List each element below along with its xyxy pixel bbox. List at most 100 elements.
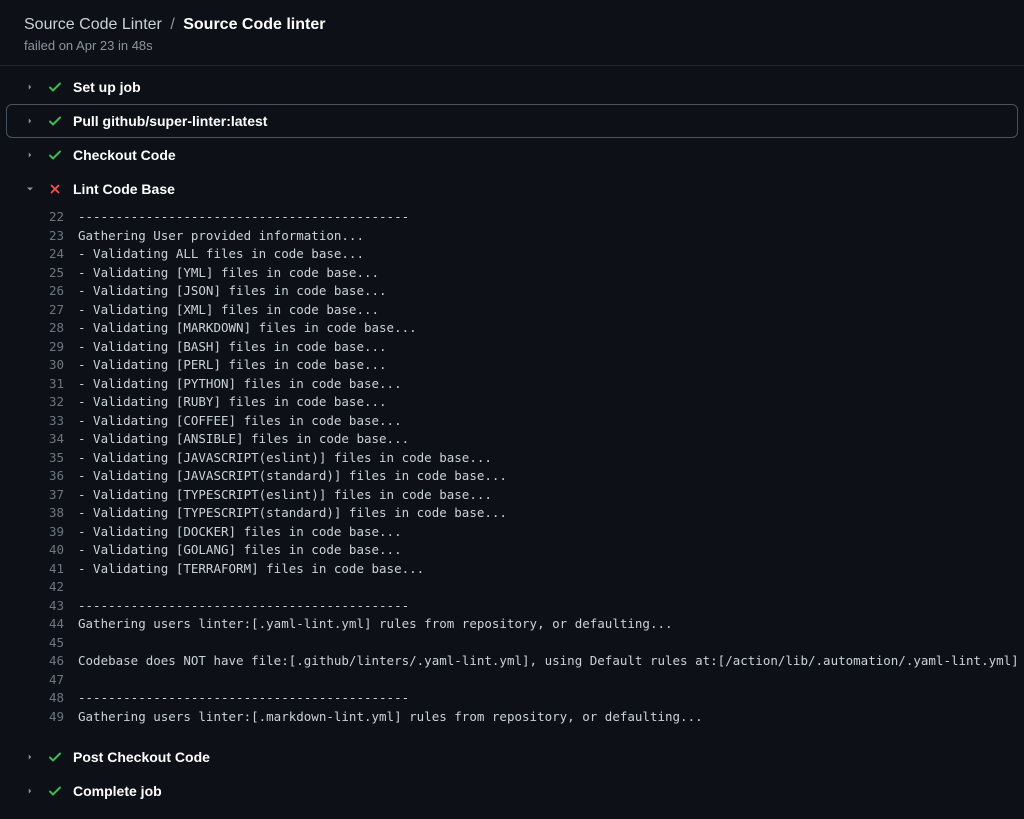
chevron-right-icon[interactable] xyxy=(23,80,37,94)
log-line-text: - Validating [RUBY] files in code base..… xyxy=(78,393,387,412)
log-line-text: - Validating ALL files in code base... xyxy=(78,245,364,264)
step-row[interactable]: Lint Code Base xyxy=(6,172,1018,206)
log-line-text: Codebase does NOT have file:[.github/lin… xyxy=(78,652,1019,671)
log-line: 25- Validating [YML] files in code base.… xyxy=(0,264,1024,283)
log-line-text: - Validating [COFFEE] files in code base… xyxy=(78,412,402,431)
step-row[interactable]: Pull github/super-linter:latest xyxy=(6,104,1018,138)
log-line-text: ----------------------------------------… xyxy=(78,597,409,616)
log-line-text: - Validating [ANSIBLE] files in code bas… xyxy=(78,430,409,449)
log-line-text: ----------------------------------------… xyxy=(78,208,409,227)
log-line-text: - Validating [TERRAFORM] files in code b… xyxy=(78,560,424,579)
log-line-text: - Validating [TYPESCRIPT(eslint)] files … xyxy=(78,486,492,505)
log-line-text: Gathering User provided information... xyxy=(78,227,364,246)
log-line: 42 xyxy=(0,578,1024,597)
log-line-number: 38 xyxy=(48,504,78,523)
log-line-text: - Validating [BASH] files in code base..… xyxy=(78,338,387,357)
log-line: 23Gathering User provided information... xyxy=(0,227,1024,246)
breadcrumb: Source Code Linter / Source Code linter xyxy=(24,16,1000,34)
log-line: 33- Validating [COFFEE] files in code ba… xyxy=(0,412,1024,431)
log-line-number: 41 xyxy=(48,560,78,579)
log-line: 40- Validating [GOLANG] files in code ba… xyxy=(0,541,1024,560)
log-line: 29- Validating [BASH] files in code base… xyxy=(0,338,1024,357)
log-line-text: - Validating [GOLANG] files in code base… xyxy=(78,541,402,560)
log-line-number: 37 xyxy=(48,486,78,505)
log-line-text: - Validating [DOCKER] files in code base… xyxy=(78,523,402,542)
log-line-number: 49 xyxy=(48,708,78,727)
log-line: 22--------------------------------------… xyxy=(0,208,1024,227)
log-line-number: 27 xyxy=(48,301,78,320)
steps-list: Set up job Pull github/super-linter:lates… xyxy=(0,66,1024,808)
log-line: 27- Validating [XML] files in code base.… xyxy=(0,301,1024,320)
log-line: 44Gathering users linter:[.yaml-lint.yml… xyxy=(0,615,1024,634)
log-line: 34- Validating [ANSIBLE] files in code b… xyxy=(0,430,1024,449)
chevron-right-icon[interactable] xyxy=(23,750,37,764)
log-line: 38- Validating [TYPESCRIPT(standard)] fi… xyxy=(0,504,1024,523)
log-line-number: 36 xyxy=(48,467,78,486)
step-title: Set up job xyxy=(73,79,141,95)
log-line-text: - Validating [JSON] files in code base..… xyxy=(78,282,387,301)
chevron-down-icon[interactable] xyxy=(23,182,37,196)
breadcrumb-current: Source Code linter xyxy=(183,16,325,33)
log-line-text: - Validating [PERL] files in code base..… xyxy=(78,356,387,375)
log-line-text: ----------------------------------------… xyxy=(78,689,409,708)
log-line: 45 xyxy=(0,634,1024,653)
log-line-text: - Validating [MARKDOWN] files in code ba… xyxy=(78,319,417,338)
log-line-number: 32 xyxy=(48,393,78,412)
log-line-number: 28 xyxy=(48,319,78,338)
check-icon xyxy=(47,79,63,95)
log-line-text: Gathering users linter:[.yaml-lint.yml] … xyxy=(78,615,673,634)
check-icon xyxy=(47,783,63,799)
log-line-text: - Validating [PYTHON] files in code base… xyxy=(78,375,402,394)
check-icon xyxy=(47,749,63,765)
chevron-right-icon[interactable] xyxy=(23,114,37,128)
log-line-number: 34 xyxy=(48,430,78,449)
log-line-number: 44 xyxy=(48,615,78,634)
chevron-right-icon[interactable] xyxy=(23,148,37,162)
log-output: 22--------------------------------------… xyxy=(0,206,1024,740)
log-line: 37- Validating [TYPESCRIPT(eslint)] file… xyxy=(0,486,1024,505)
log-line: 36- Validating [JAVASCRIPT(standard)] fi… xyxy=(0,467,1024,486)
log-line-text: - Validating [TYPESCRIPT(standard)] file… xyxy=(78,504,507,523)
log-line-text: - Validating [YML] files in code base... xyxy=(78,264,379,283)
log-line-number: 46 xyxy=(48,652,78,671)
log-line: 41- Validating [TERRAFORM] files in code… xyxy=(0,560,1024,579)
log-line: 35- Validating [JAVASCRIPT(eslint)] file… xyxy=(0,449,1024,468)
log-line-number: 23 xyxy=(48,227,78,246)
log-line-number: 22 xyxy=(48,208,78,227)
log-line: 32- Validating [RUBY] files in code base… xyxy=(0,393,1024,412)
log-line-number: 26 xyxy=(48,282,78,301)
step-row[interactable]: Complete job xyxy=(6,774,1018,808)
log-line-number: 29 xyxy=(48,338,78,357)
log-line-number: 43 xyxy=(48,597,78,616)
log-line-number: 40 xyxy=(48,541,78,560)
run-status-text: failed on Apr 23 in 48s xyxy=(24,38,1000,53)
log-line-number: 39 xyxy=(48,523,78,542)
log-line: 31- Validating [PYTHON] files in code ba… xyxy=(0,375,1024,394)
log-line-text: Gathering users linter:[.markdown-lint.y… xyxy=(78,708,703,727)
log-line-number: 25 xyxy=(48,264,78,283)
log-line: 28- Validating [MARKDOWN] files in code … xyxy=(0,319,1024,338)
log-line-number: 35 xyxy=(48,449,78,468)
log-line-number: 31 xyxy=(48,375,78,394)
step-title: Checkout Code xyxy=(73,147,176,163)
step-row[interactable]: Checkout Code xyxy=(6,138,1018,172)
log-line: 43--------------------------------------… xyxy=(0,597,1024,616)
breadcrumb-parent[interactable]: Source Code Linter xyxy=(24,16,162,33)
log-line-text: - Validating [JAVASCRIPT(eslint)] files … xyxy=(78,449,492,468)
log-line: 49Gathering users linter:[.markdown-lint… xyxy=(0,708,1024,727)
log-line: 46Codebase does NOT have file:[.github/l… xyxy=(0,652,1024,671)
step-title: Post Checkout Code xyxy=(73,749,210,765)
step-row[interactable]: Post Checkout Code xyxy=(6,740,1018,774)
check-icon xyxy=(47,113,63,129)
log-line-number: 42 xyxy=(48,578,78,597)
log-line-number: 47 xyxy=(48,671,78,690)
log-line: 24- Validating ALL files in code base... xyxy=(0,245,1024,264)
step-row[interactable]: Set up job xyxy=(6,70,1018,104)
check-icon xyxy=(47,147,63,163)
log-line: 47 xyxy=(0,671,1024,690)
log-line: 39- Validating [DOCKER] files in code ba… xyxy=(0,523,1024,542)
log-line-number: 45 xyxy=(48,634,78,653)
log-line-number: 30 xyxy=(48,356,78,375)
chevron-right-icon[interactable] xyxy=(23,784,37,798)
log-line-number: 48 xyxy=(48,689,78,708)
